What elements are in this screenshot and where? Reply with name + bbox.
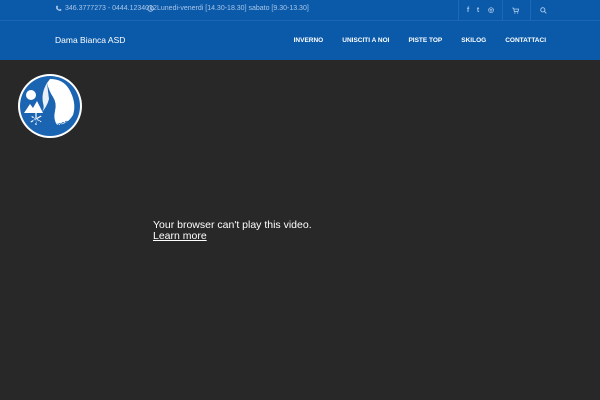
opening-hours-text: Lunedi-venerdi [14.30-18.30] sabato [9.3… [157,5,309,12]
main-menu: INVERNO UNISCITI A NOI PISTE TOP SKILOG … [294,37,546,44]
cart-icon[interactable] [509,4,521,16]
menu-item-unisciti-a-noi[interactable]: UNISCITI A NOI [342,37,389,44]
menu-item-piste-top[interactable]: PISTE TOP [408,37,442,44]
phone-icon [55,5,62,11]
clock-icon [147,5,154,12]
opening-hours: Lunedi-venerdi [14.30-18.30] sabato [9.3… [147,5,309,12]
topbar-separator [502,0,503,20]
top-info-bar: 346.3777273 - 0444.1234012 Lunedi-venerd… [0,0,600,20]
site-brand[interactable]: Dama Bianca ASD [55,35,125,45]
twitter-icon[interactable]: t [472,4,484,16]
topbar-separator [530,0,531,20]
learn-more-link[interactable]: Learn more [153,230,207,242]
menu-item-skilog[interactable]: SKILOG [461,37,486,44]
instagram-icon[interactable]: ◎ [485,4,497,16]
topbar-separator [458,0,459,20]
search-icon[interactable] [537,4,549,16]
main-navbar: Dama Bianca ASD INVERNO UNISCITI A NOI P… [0,20,600,60]
dama-bianca-logo[interactable]: Dama Bianca [17,73,83,139]
phone-info: 346.3777273 - 0444.1234012 [55,5,157,12]
phone-number: 346.3777273 - 0444.1234012 [65,5,157,12]
menu-item-inverno[interactable]: INVERNO [294,37,324,44]
menu-item-contattaci[interactable]: CONTATTACI [505,37,546,44]
